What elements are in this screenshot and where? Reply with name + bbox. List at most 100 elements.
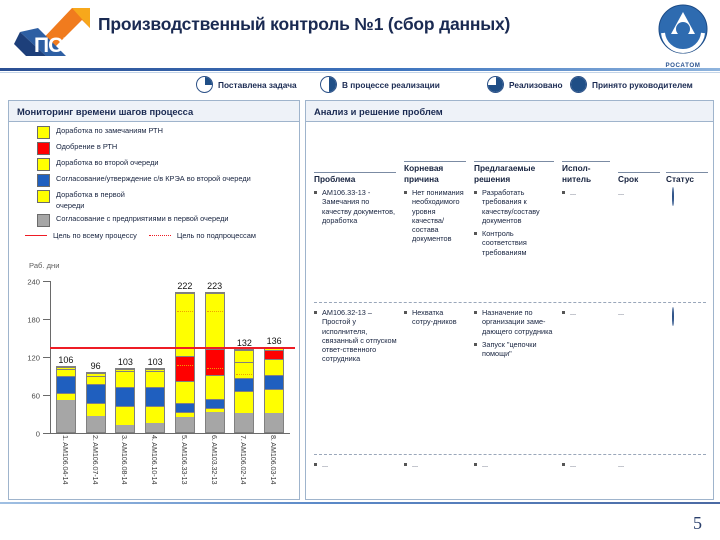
pie-three-quarter-icon — [487, 76, 504, 93]
status-legend-label-0: Поставлена задача — [218, 79, 297, 90]
problem-table-header: Проблема Корневая причина Предлагаемые р… — [314, 144, 708, 185]
chart-legend-label-3: Согласование/утверждение с/в КРЭА во вто… — [56, 174, 251, 183]
legend-swatch-yellow-rtn — [37, 126, 50, 139]
chart-bar: 103 — [115, 357, 136, 433]
chart-bar-segment — [146, 406, 165, 424]
chart-legend-item-1: Одобрение в РТН — [19, 141, 297, 155]
tick-mark — [43, 395, 51, 397]
chart-subprocess-target — [176, 310, 193, 312]
chart-bar-segment — [205, 348, 224, 376]
table-row-separator — [314, 302, 706, 303]
header-divider-thin — [0, 71, 720, 73]
table-cell-bullet: Назначение по организации заме-дающего с… — [474, 308, 558, 336]
problem-analysis-panel: Анализ и решение проблем Проблема Корнев… — [305, 100, 714, 500]
pie-half-icon — [672, 307, 674, 326]
slide-number: 5 — [693, 513, 702, 533]
table-cell-bullet: AM106.32-13 – Простой у исполнителя, свя… — [314, 308, 398, 364]
chart-legend-label-0: Доработка по замечаниям РТН — [56, 126, 163, 135]
chart-bar: 136 — [264, 336, 285, 433]
chart-bar-segment — [116, 371, 135, 387]
chart-bar-segment — [175, 417, 194, 432]
chart-bar-value: 223 — [207, 280, 223, 291]
table-cell-owner: ... — [562, 460, 608, 473]
status-legend-label-1: В процессе реализации — [342, 79, 440, 90]
slide: ПСР Производственный контроль №1 (сбор д… — [0, 0, 720, 540]
chart-legend: Доработка по замечаниям РТН Одобрение в … — [19, 125, 297, 242]
chart-bar-segment — [235, 361, 254, 378]
chart-bar-segment — [235, 413, 254, 432]
table-cell-due: ... — [618, 188, 625, 197]
chart-legend-label-1: Одобрение в РТН — [56, 142, 118, 151]
table-cell-bullet: ... — [314, 460, 398, 469]
chart-y-tick-1: 60 — [32, 392, 51, 401]
table-cell-solutions: ... — [474, 460, 558, 473]
chart-bar-segment — [235, 391, 254, 414]
chart-subprocess-target — [206, 310, 223, 312]
chart-bar-segment — [146, 423, 165, 432]
chart-bar-segment — [146, 371, 165, 387]
column-header-owner: Испол-нитель — [562, 161, 610, 184]
status-badge[interactable] — [672, 187, 690, 206]
status-legend-item-2: Реализовано — [487, 76, 563, 93]
table-cell-due: ... — [618, 308, 625, 317]
table-cell-due: ... — [618, 460, 625, 469]
slide-header: ПСР Производственный контроль №1 (сбор д… — [0, 0, 720, 73]
chart-legend-targets: Цель по всему процессу Цель по подпроцес… — [19, 230, 297, 242]
chart-bar-segment — [86, 375, 105, 385]
chart-bar-value: 96 — [90, 361, 101, 372]
status-legend-label-3: Принято руководителем — [592, 79, 693, 90]
chart-bar-segment — [235, 350, 254, 362]
footer-divider — [0, 502, 720, 504]
column-header-root-cause: Корневая причина — [404, 161, 466, 184]
chart-bar-segment — [116, 424, 135, 432]
subgoal-line-label: Цель по подпроцессам — [176, 231, 256, 240]
subgoal-line-icon — [148, 235, 171, 237]
tick-mark — [43, 357, 51, 359]
chart-x-label: 7. AM106.02-14 — [239, 435, 249, 485]
chart-subprocess-target — [176, 364, 193, 366]
chart-bar-value: 222 — [177, 281, 193, 292]
legend-swatch-red — [37, 142, 50, 155]
goal-line-label: Цель по всему процессу — [53, 231, 137, 240]
tick-mark — [43, 281, 51, 283]
table-cell-solutions: Назначение по организации заме-дающего с… — [474, 308, 558, 362]
chart-y-tick-label-0: 0 — [35, 429, 40, 439]
process-time-chart: Раб. дни 0 60 120 180 240 106 96 103 103 222 223 1… — [13, 261, 297, 493]
table-cell-bullet: ... — [404, 460, 466, 469]
monitoring-panel: Мониторинг времени шагов процесса Дорабо… — [8, 100, 300, 500]
table-cell-bullet: Разработать требования к качеству/состав… — [474, 188, 558, 225]
chart-x-label: 1. AM106.04-14 — [60, 435, 70, 485]
chart-bar-segment — [146, 386, 165, 407]
column-header-status: Статус — [666, 171, 708, 185]
chart-x-label: 4. AM106.10-14 — [150, 435, 160, 485]
page-title: Производственный контроль №1 (сбор данны… — [98, 14, 511, 34]
problem-analysis-title: Анализ и решение проблем — [306, 101, 713, 122]
chart-y-unit: Раб. дни — [29, 261, 60, 270]
table-cell-root_cause: Нехватка сотру-дников — [404, 308, 466, 331]
column-header-solutions: Предлагаемые решения — [474, 161, 554, 184]
chart-y-tick-0: 0 — [36, 430, 51, 439]
chart-x-label: 2. AM106.07-14 — [90, 435, 100, 485]
chart-y-tick-label-2: 120 — [27, 353, 40, 363]
chart-bar-segment — [175, 355, 194, 381]
pie-three-quarter-icon — [672, 187, 674, 206]
table-cell-bullet: ... — [474, 460, 558, 469]
psr-logo: ПСР — [12, 2, 100, 64]
problem-table: Проблема Корневая причина Предлагаемые р… — [306, 122, 711, 497]
chart-bar-segment — [205, 412, 224, 432]
chart-bar: 106 — [55, 355, 76, 433]
chart-legend-item-3: Согласование/утверждение с/в КРЭА во вто… — [19, 173, 297, 187]
status-badge[interactable] — [672, 307, 690, 326]
chart-bar-value: 106 — [58, 354, 74, 365]
pie-full-icon — [570, 76, 587, 93]
table-cell-bullet: Нехватка сотру-дников — [404, 308, 466, 327]
chart-bar-segment — [116, 406, 135, 425]
chart-subprocess-target — [206, 367, 223, 369]
legend-swatch-blue — [37, 174, 50, 187]
chart-y-tick-3: 180 — [27, 316, 51, 325]
chart-bar-segment — [175, 403, 194, 413]
chart-bar-segment — [205, 375, 224, 399]
chart-bar: 132 — [234, 338, 255, 433]
status-legend-item-3: Принято руководителем — [570, 76, 693, 93]
chart-legend-label-4: Доработка в первой очереди — [56, 190, 125, 210]
